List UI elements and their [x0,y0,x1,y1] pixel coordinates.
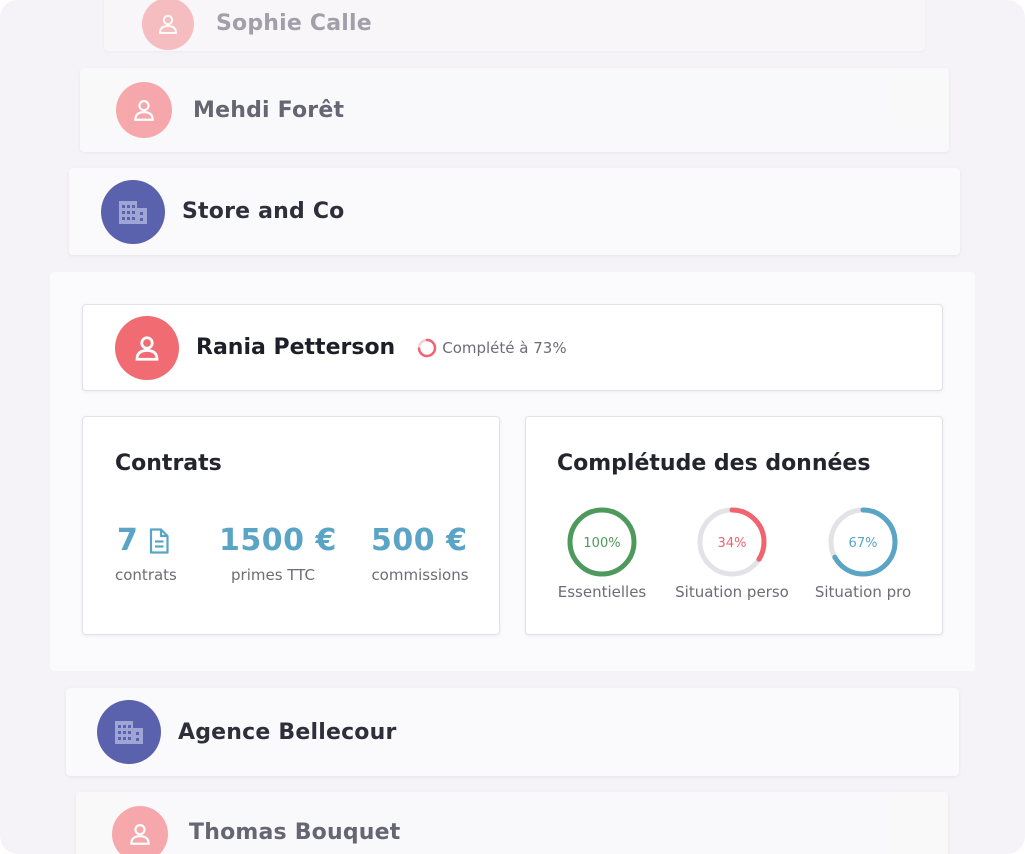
ring-label: Situation pro [814,583,912,601]
user-icon [116,82,172,138]
data-completeness-card: Complétude des données 100% Essentielles 3… [525,416,943,635]
ring-percent: 100% [583,536,620,551]
completeness-ring: 100% [567,507,637,577]
list-item-sophie-calle[interactable]: Sophie Calle [104,0,925,51]
ring-percent: 67% [849,536,878,551]
contracts-count: 7 [117,523,139,558]
completion-ring-icon [417,338,437,357]
contracts-title: Contrats [115,451,222,476]
commissions-label: commissions [371,566,469,584]
premiums-value: 1500 € [219,523,337,558]
contracts-card: Contrats 7 contrats 1500 € primes TTC 50… [82,416,500,635]
app-frame: Sophie Calle Mehdi Forêt Store and Co Ra… [0,0,1025,854]
selected-contact-name: Rania Petterson [196,335,396,360]
selected-contact-header[interactable]: Rania Petterson Complété à 73% [82,304,943,391]
premiums-label: primes TTC [231,566,315,584]
ring-percent: 34% [718,536,747,551]
user-icon [112,806,168,854]
completeness-ring: 67% [828,507,898,577]
list-item-store-and-co[interactable]: Store and Co [69,168,960,255]
data-completeness-title: Complétude des données [557,451,871,476]
list-item-mehdi-foret[interactable]: Mehdi Forêt [80,68,949,152]
contact-name: Mehdi Forêt [193,97,345,123]
contact-name: Thomas Bouquet [189,820,401,845]
commissions-value: 500 € [371,523,468,558]
building-icon [97,700,161,764]
user-icon [115,315,179,380]
completion-status: Complété à 73% [442,338,567,357]
contracts-count-label: contrats [115,566,177,584]
list-item-agence-bellecour[interactable]: Agence Bellecour [66,688,959,776]
completeness-ring: 34% [697,507,767,577]
document-icon [149,528,169,554]
user-icon [142,0,194,50]
contact-name: Store and Co [182,199,345,224]
expanded-contact-panel: Rania Petterson Complété à 73% Contrats … [50,272,975,671]
contact-name: Sophie Calle [216,11,372,36]
building-icon [101,179,165,244]
contact-name: Agence Bellecour [178,719,397,745]
list-item-thomas-bouquet[interactable]: Thomas Bouquet [76,792,948,854]
